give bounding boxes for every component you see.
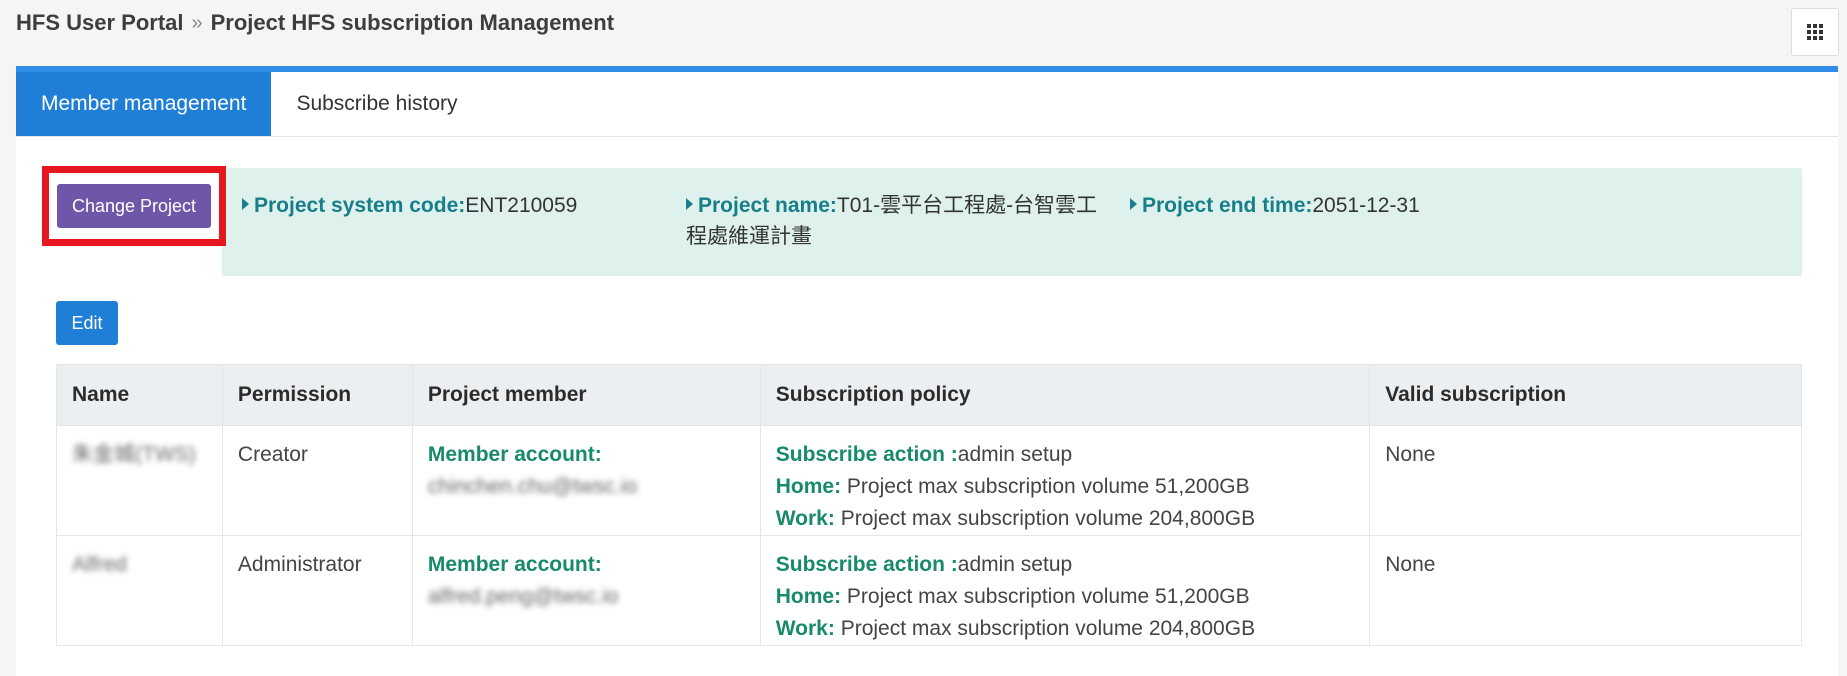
project-system-code-value: ENT210059	[465, 194, 578, 217]
tab-bar: Member management Subscribe history	[16, 72, 1838, 137]
change-project-button[interactable]: Change Project	[57, 184, 211, 228]
subscribe-action-value: admin setup	[957, 553, 1073, 576]
work-policy-line: Work: Project max subscription volume 20…	[776, 613, 1355, 645]
home-label: Home:	[775, 585, 842, 608]
member-name: Alfred	[56, 535, 223, 646]
members-table: Name Permission Project member Subscript…	[56, 364, 1802, 646]
apps-menu-button[interactable]	[1791, 8, 1839, 56]
edit-button[interactable]: Edit	[56, 301, 118, 345]
member-account-label: Member account:	[427, 553, 602, 576]
column-header-name: Name	[56, 364, 223, 426]
home-policy-line: Home: Project max subscription volume 51…	[776, 471, 1355, 503]
work-value: Project max subscription volume 204,800G…	[840, 617, 1256, 640]
member-permission: Administrator	[221, 535, 413, 646]
grid-icon	[1807, 24, 1823, 40]
project-end-time-value: 2051-12-31	[1312, 194, 1420, 217]
caret-right-icon	[1130, 198, 1137, 211]
project-system-code-label: Project system code:	[254, 194, 466, 217]
project-end-time: Project end time:2051-12-31	[1130, 190, 1420, 221]
member-name-text: 朱金城(TWS)	[72, 443, 196, 466]
home-policy-line: Home: Project max subscription volume 51…	[776, 581, 1355, 613]
subscribe-action-label: Subscribe action :	[775, 553, 958, 576]
work-value: Project max subscription volume 204,800G…	[840, 507, 1256, 530]
member-account-value: chinchen.chu@twsc.io	[427, 475, 638, 498]
member-account-value: alfred.peng@twsc.io	[427, 585, 619, 608]
table-row: Alfred Administrator Member account: alf…	[56, 535, 1802, 646]
home-value: Project max subscription volume 51,200GB	[846, 585, 1250, 608]
column-header-valid-subscription: Valid subscription	[1369, 364, 1802, 426]
project-system-code: Project system code:ENT210059	[242, 190, 577, 221]
column-header-permission: Permission	[221, 364, 413, 426]
valid-subscription: None	[1369, 535, 1802, 646]
breadcrumb-separator: »	[191, 11, 203, 34]
subscribe-action-label: Subscribe action :	[775, 443, 958, 466]
work-policy-line: Work: Project max subscription volume 20…	[776, 503, 1355, 535]
breadcrumb-current: Project HFS subscription Management	[210, 10, 615, 35]
top-bar: HFS User Portal » Project HFS subscripti…	[0, 0, 1847, 60]
caret-right-icon	[242, 198, 249, 211]
member-account-label: Member account:	[427, 443, 602, 466]
caret-right-icon	[686, 198, 693, 211]
breadcrumb: HFS User Portal » Project HFS subscripti…	[16, 10, 614, 36]
project-end-time-label: Project end time:	[1142, 194, 1313, 217]
main-panel: Member management Subscribe history Proj…	[16, 66, 1838, 676]
member-account-cell: Member account: chinchen.chu@twsc.io	[411, 425, 761, 536]
project-name-label: Project name:	[698, 194, 837, 217]
column-header-project-member: Project member	[411, 364, 761, 426]
member-account-cell: Member account: alfred.peng@twsc.io	[411, 535, 761, 646]
member-permission: Creator	[221, 425, 413, 536]
subscribe-action-line: Subscribe action :admin setup	[776, 549, 1355, 581]
project-info-bar: Project system code:ENT210059 Project na…	[222, 168, 1802, 276]
tab-member-management[interactable]: Member management	[16, 72, 272, 136]
change-project-highlight: Change Project	[42, 166, 226, 246]
member-name: 朱金城(TWS)	[56, 425, 223, 536]
table-row: 朱金城(TWS) Creator Member account: chinche…	[56, 425, 1802, 536]
subscription-policy-cell: Subscribe action :admin setup Home: Proj…	[759, 425, 1371, 536]
column-header-subscription-policy: Subscription policy	[759, 364, 1371, 426]
tab-subscribe-history[interactable]: Subscribe history	[271, 72, 482, 136]
breadcrumb-root[interactable]: HFS User Portal	[16, 10, 184, 36]
member-name-text: Alfred	[72, 553, 127, 576]
work-label: Work:	[775, 507, 835, 530]
valid-subscription: None	[1369, 425, 1802, 536]
subscribe-action-value: admin setup	[957, 443, 1073, 466]
work-label: Work:	[775, 617, 835, 640]
home-label: Home:	[775, 475, 842, 498]
project-name: Project name:T01-雲平台工程處-台智雲工程處維運計畫	[686, 190, 1106, 252]
subscribe-action-line: Subscribe action :admin setup	[776, 439, 1355, 471]
subscription-policy-cell: Subscribe action :admin setup Home: Proj…	[759, 535, 1371, 646]
home-value: Project max subscription volume 51,200GB	[846, 475, 1250, 498]
table-header-row: Name Permission Project member Subscript…	[56, 364, 1802, 426]
